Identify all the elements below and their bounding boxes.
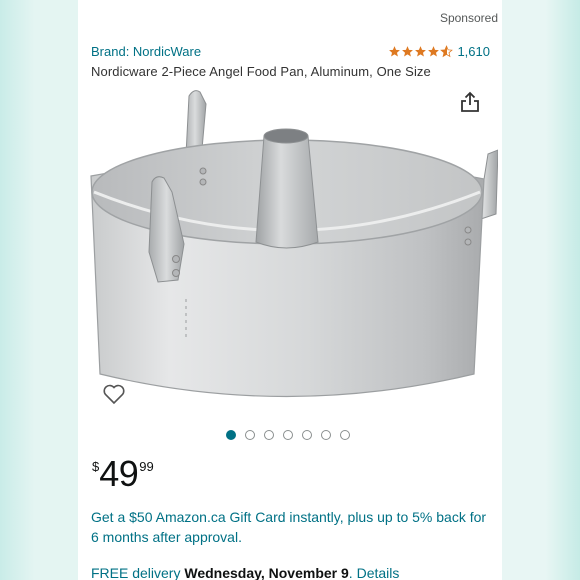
star-icon bbox=[402, 46, 414, 57]
price: $ 49 99 bbox=[92, 455, 154, 493]
carousel-dot[interactable] bbox=[264, 430, 274, 440]
rating-count[interactable]: 1,610 bbox=[457, 44, 490, 59]
carousel-dot[interactable] bbox=[226, 430, 236, 440]
rating[interactable]: 1,610 bbox=[388, 44, 490, 59]
star-rating bbox=[388, 45, 454, 58]
carousel-dot[interactable] bbox=[302, 430, 312, 440]
share-icon[interactable] bbox=[460, 91, 480, 113]
delivery-date: Wednesday, November 9 bbox=[184, 565, 349, 580]
star-icon bbox=[415, 46, 427, 57]
star-icon bbox=[428, 46, 440, 57]
price-fraction: 99 bbox=[139, 459, 154, 474]
star-icon bbox=[389, 46, 401, 57]
delivery-info: FREE delivery Wednesday, November 9. Det… bbox=[91, 564, 501, 580]
carousel-dot[interactable] bbox=[321, 430, 331, 440]
delivery-separator: . bbox=[348, 565, 357, 580]
carousel-dot[interactable] bbox=[340, 430, 350, 440]
sponsored-label: Sponsored bbox=[439, 11, 498, 25]
delivery-prefix: FREE delivery bbox=[91, 565, 185, 580]
price-symbol: $ bbox=[92, 459, 100, 474]
carousel-dot[interactable] bbox=[245, 430, 255, 440]
price-whole: 49 bbox=[99, 453, 139, 494]
details-link[interactable]: Details bbox=[357, 565, 400, 580]
angel-food-pan-image[interactable] bbox=[86, 84, 498, 414]
carousel-dot[interactable] bbox=[283, 430, 293, 440]
carousel-indicator bbox=[226, 430, 350, 440]
half-star-icon bbox=[440, 45, 454, 58]
heart-icon[interactable] bbox=[102, 383, 126, 405]
product-card: Sponsored Brand: NordicWare 1,610 Nordic… bbox=[78, 0, 502, 580]
product-title[interactable]: Nordicware 2-Piece Angel Food Pan, Alumi… bbox=[91, 64, 431, 79]
brand-link[interactable]: Brand: NordicWare bbox=[91, 44, 201, 59]
gift-card-promo[interactable]: Get a $50 Amazon.ca Gift Card instantly,… bbox=[91, 507, 496, 547]
